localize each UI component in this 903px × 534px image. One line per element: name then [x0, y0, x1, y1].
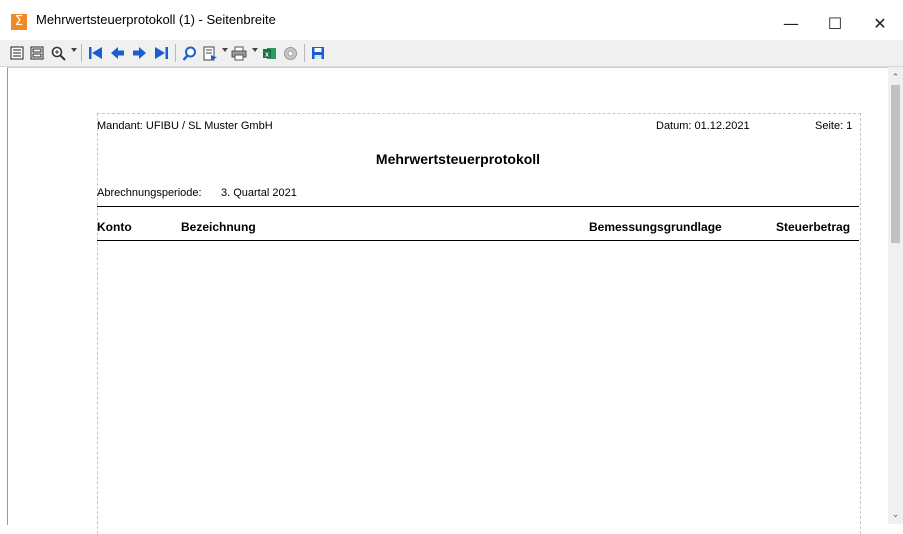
header-top-rule	[97, 206, 859, 207]
report-date: Datum: 01.12.2021	[656, 120, 750, 132]
column-header-konto: Konto	[97, 220, 132, 234]
zoom-dropdown-arrow[interactable]	[71, 48, 77, 52]
toolbar: x	[0, 40, 903, 67]
export-dropdown-arrow[interactable]	[222, 48, 228, 52]
window-title: Mehrwertsteuerprotokoll (1) - Seitenbrei…	[36, 12, 276, 27]
print-icon[interactable]	[231, 44, 247, 62]
sigma-icon: Σ	[11, 14, 27, 30]
search-icon[interactable]	[181, 44, 197, 62]
last-page-icon[interactable]	[153, 44, 169, 62]
title-bar: Σ Mehrwertsteuerprotokoll (1) - Seitenbr…	[0, 0, 903, 40]
report-period-label: Abrechnungsperiode:	[97, 187, 202, 199]
header-bottom-rule	[97, 240, 859, 241]
export-icon[interactable]	[202, 44, 218, 62]
vertical-scrollbar[interactable]: ⌃ ⌄	[888, 67, 903, 524]
previous-page-icon[interactable]	[109, 44, 125, 62]
zoom-icon[interactable]	[50, 44, 66, 62]
next-page-icon[interactable]	[131, 44, 147, 62]
excel-icon[interactable]: x	[261, 44, 277, 62]
report-preview-area[interactable]: Mandant: UFIBU / SL Muster GmbH Datum: 0…	[7, 67, 889, 534]
column-header-bemessungsgrundlage: Bemessungsgrundlage	[589, 220, 722, 234]
column-header-steuerbetrag: Steuerbetrag	[776, 220, 851, 234]
scroll-up-icon[interactable]: ⌃	[888, 71, 903, 83]
report-title: Mehrwertsteuerprotokoll	[375, 151, 541, 167]
toolbar-separator	[81, 44, 82, 62]
svg-text:x: x	[265, 51, 269, 58]
close-button[interactable]: ✕	[857, 10, 903, 38]
settings-icon[interactable]	[282, 44, 298, 62]
two-pages-icon[interactable]	[29, 44, 45, 62]
page-margin-guide	[97, 113, 861, 534]
report-period-value: 3. Quartal 2021	[221, 187, 297, 199]
print-dropdown-arrow[interactable]	[252, 48, 258, 52]
report-mandant: Mandant: UFIBU / SL Muster GmbH	[97, 120, 273, 132]
single-page-icon[interactable]	[9, 44, 25, 62]
first-page-icon[interactable]	[87, 44, 103, 62]
toolbar-separator	[175, 44, 176, 62]
report-page-number: Seite: 1	[815, 120, 853, 132]
scroll-down-icon[interactable]: ⌄	[888, 508, 903, 520]
scroll-thumb[interactable]	[891, 85, 900, 243]
minimize-button[interactable]: —	[768, 10, 814, 38]
column-header-bezeichnung: Bezeichnung	[181, 220, 256, 234]
toolbar-separator	[304, 44, 305, 62]
save-icon[interactable]	[310, 44, 326, 62]
maximize-button[interactable]: ☐	[812, 10, 858, 38]
